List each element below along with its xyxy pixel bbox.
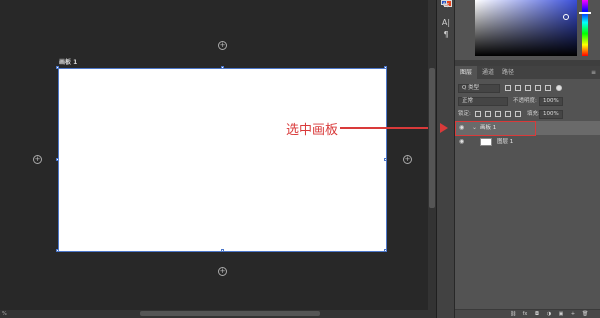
fill-input[interactable]: 100%	[539, 110, 563, 119]
artboard-handle-br[interactable]	[384, 249, 387, 252]
annotation-arrow-head	[440, 123, 448, 133]
vertical-scroll-thumb[interactable]	[429, 68, 435, 208]
add-artboard-right-icon[interactable]: +	[403, 155, 412, 164]
new-group-icon[interactable]: ▣	[558, 311, 564, 317]
layer-row-artboard[interactable]: ◉ ⌄ 画板 1	[455, 121, 600, 136]
lock-artboard-icon[interactable]	[505, 111, 511, 117]
artboard-handle-tr[interactable]	[384, 66, 387, 69]
right-panel: 图层 通道 路径 ≡ Q 类型 正常 不透明度: 100% 锁定: 填充: 10…	[455, 0, 600, 318]
layers-panel-tabs: 图层 通道 路径 ≡	[455, 66, 600, 79]
filter-smart-object-icon[interactable]	[545, 85, 551, 91]
hue-slider-bar[interactable]	[582, 0, 588, 56]
lock-image-icon[interactable]	[485, 111, 491, 117]
artboard-handle-right[interactable]	[384, 158, 387, 161]
horizontal-scrollbar[interactable]	[0, 310, 436, 318]
layer-kind-filter[interactable]: Q 类型	[458, 84, 500, 93]
opacity-input[interactable]: 100%	[539, 97, 563, 106]
artboard[interactable]	[56, 66, 387, 252]
add-artboard-bottom-icon[interactable]: +	[218, 267, 227, 276]
swap-colors-icon[interactable]: ⇆	[441, 0, 451, 10]
blend-row: 正常 不透明度: 100%	[455, 95, 600, 108]
artboard-handle-tl[interactable]	[56, 66, 59, 69]
add-artboard-top-icon[interactable]: +	[218, 41, 227, 50]
lock-transparent-icon[interactable]	[475, 111, 481, 117]
layer-style-icon[interactable]: fx	[522, 311, 528, 317]
panel-menu-icon[interactable]: ≡	[591, 66, 596, 79]
artboard-label[interactable]: 画板 1	[59, 57, 77, 66]
new-layer-icon[interactable]: +	[570, 311, 576, 317]
status-zoom: %	[2, 311, 7, 317]
layers-list: ◉ ⌄ 画板 1 ◉ 图层 1	[455, 119, 600, 309]
visibility-eye-icon[interactable]: ◉	[459, 139, 464, 145]
character-panel-icon[interactable]: A|	[441, 18, 451, 28]
color-picker-ring[interactable]	[563, 14, 569, 20]
add-mask-icon[interactable]: ◘	[534, 311, 540, 317]
adjustment-layer-icon[interactable]: ◑	[546, 311, 552, 317]
layer-row-layer1[interactable]: ◉ 图层 1	[455, 135, 600, 149]
blend-mode-select[interactable]: 正常	[458, 97, 508, 106]
canvas-area[interactable]: 画板 1 + + + + 选中画板	[0, 0, 444, 312]
hue-slider-handle[interactable]	[579, 12, 591, 14]
filter-adjustment-icon[interactable]	[515, 85, 521, 91]
color-picker-field[interactable]	[475, 0, 577, 56]
lock-position-icon[interactable]	[495, 111, 501, 117]
link-layers-icon[interactable]: ⛓	[510, 311, 516, 317]
photoshop-window: 画板 1 + + + + 选中画板 % ⇆ A| ¶ 图层 通道 路径 ≡ Q …	[0, 0, 600, 318]
panel-toolstrip: ⇆ A| ¶	[436, 0, 454, 318]
filter-type-icon[interactable]	[525, 85, 531, 91]
vertical-scrollbar[interactable]	[428, 0, 436, 312]
horizontal-scroll-thumb[interactable]	[140, 311, 320, 316]
highlight-box	[455, 121, 536, 136]
tab-paths[interactable]: 路径	[497, 66, 519, 79]
annotation-text: 选中画板	[286, 123, 339, 138]
artboard-handle-bottom[interactable]	[221, 249, 224, 252]
filter-pixel-icon[interactable]	[505, 85, 511, 91]
tab-channels[interactable]: 通道	[477, 66, 499, 79]
paragraph-panel-icon[interactable]: ¶	[441, 30, 451, 40]
add-artboard-left-icon[interactable]: +	[33, 155, 42, 164]
filter-toggle-icon[interactable]	[556, 85, 562, 91]
opacity-label: 不透明度:	[513, 98, 537, 104]
layer-thumbnail	[480, 138, 492, 146]
artboard-handle-left[interactable]	[56, 158, 59, 161]
layer-filter-row: Q 类型	[455, 82, 600, 95]
delete-layer-icon[interactable]: 🗑	[582, 311, 588, 317]
layers-footer: ⛓ fx ◘ ◑ ▣ + 🗑	[455, 309, 600, 318]
artboard-handle-top[interactable]	[221, 66, 224, 69]
artboard-handle-bl[interactable]	[56, 249, 59, 252]
tab-layers[interactable]: 图层	[455, 66, 478, 79]
layer-name: 图层 1	[497, 139, 514, 145]
filter-shape-icon[interactable]	[535, 85, 541, 91]
lock-all-icon[interactable]	[515, 111, 521, 117]
